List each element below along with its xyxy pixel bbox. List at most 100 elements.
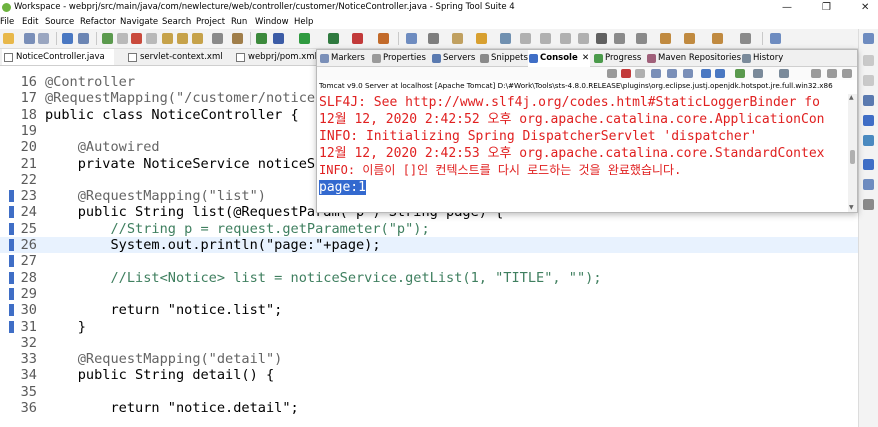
show-on-stderr-icon[interactable] [715, 69, 725, 78]
save-icon[interactable] [24, 33, 35, 44]
menu-edit[interactable]: Edit [22, 15, 38, 29]
restore-view-icon[interactable] [863, 55, 874, 66]
tab-snippets[interactable]: Snippets [479, 50, 528, 67]
tab-notice-controller[interactable]: NoticeController.java [2, 49, 114, 65]
terminate-icon[interactable] [621, 69, 631, 78]
toggle-breadcrumb-icon[interactable] [596, 33, 607, 44]
disconnect-icon[interactable] [146, 33, 157, 44]
toggle-mark-icon[interactable] [500, 33, 511, 44]
stop-server-icon[interactable] [352, 33, 363, 44]
last-edit-location-icon[interactable] [660, 33, 671, 44]
run-icon[interactable] [299, 33, 310, 44]
show-on-stdout-icon[interactable] [701, 69, 711, 78]
open-type-icon[interactable] [62, 33, 73, 44]
tab-console[interactable]: Console ✕ [528, 50, 590, 67]
suspend-icon[interactable] [117, 33, 128, 44]
annotation-icon[interactable] [520, 33, 531, 44]
new-icon[interactable] [3, 33, 14, 44]
console-view: Markers Properties Servers Snippets Cons… [316, 49, 858, 213]
java-perspective-icon[interactable] [863, 33, 874, 44]
new-package-icon[interactable] [428, 33, 439, 44]
line-number: 17 [20, 90, 37, 107]
step-return-icon[interactable] [192, 33, 203, 44]
remove-launch-icon[interactable] [607, 69, 617, 78]
console-view-icon[interactable] [863, 159, 874, 170]
line-number: 25 [20, 220, 37, 237]
block-select-icon[interactable] [560, 33, 571, 44]
save-all-icon[interactable] [38, 33, 49, 44]
forward-icon[interactable] [712, 33, 723, 44]
line-number: 35 [20, 383, 37, 400]
console-vertical-scrollbar[interactable]: ▲ ▼ [848, 94, 857, 212]
step-over-icon[interactable] [177, 33, 188, 44]
clear-console-icon[interactable] [651, 69, 661, 78]
skip-breakpoints-icon[interactable] [232, 33, 243, 44]
word-wrap-icon[interactable] [540, 33, 551, 44]
debug-icon[interactable] [273, 33, 284, 44]
minimize-view-icon[interactable] [827, 69, 837, 78]
menu-window[interactable]: Window [255, 15, 289, 29]
menu-refactor[interactable]: Refactor [80, 15, 116, 29]
console-output[interactable]: SLF4J: See http://www.slf4j.org/codes.ht… [319, 94, 855, 212]
scroll-thumb[interactable] [850, 150, 855, 164]
spring-boot-dashboard-icon[interactable] [256, 33, 267, 44]
coverage-icon[interactable] [378, 33, 389, 44]
tab-progress[interactable]: Progress [593, 50, 641, 67]
back-icon[interactable] [684, 33, 695, 44]
maximize-view-icon[interactable] [863, 75, 874, 86]
open-console-icon[interactable] [779, 69, 789, 78]
word-wrap-icon[interactable] [683, 69, 693, 78]
tab-label: Progress [605, 53, 642, 63]
servers-view-icon[interactable] [863, 179, 874, 190]
new-java-class-icon[interactable] [406, 33, 417, 44]
maximize-view-icon[interactable] [842, 69, 852, 78]
whitespace-icon[interactable] [578, 33, 589, 44]
outline-icon[interactable] [863, 95, 874, 106]
remove-all-icon[interactable] [635, 69, 645, 78]
minimize-button[interactable]: — [782, 0, 792, 15]
task-list-icon[interactable] [863, 115, 874, 126]
menu-project[interactable]: Project [196, 15, 225, 29]
view-menu-icon[interactable] [811, 69, 821, 78]
run-external-tool-icon[interactable] [328, 33, 339, 44]
resume-icon[interactable] [102, 33, 113, 44]
menu-file[interactable]: File [0, 15, 14, 29]
code-line: 27 [0, 253, 858, 269]
terminate-icon[interactable] [131, 33, 142, 44]
code-line: 29 [0, 286, 858, 302]
menu-navigate[interactable]: Navigate [120, 15, 158, 29]
open-perspective-icon[interactable] [770, 33, 781, 44]
scroll-up-arrow-icon[interactable]: ▲ [849, 94, 854, 101]
menu-search[interactable]: Search [162, 15, 191, 29]
menu-help[interactable]: Help [294, 15, 313, 29]
close-window-button[interactable]: ✕ [861, 0, 869, 15]
tab-pom[interactable]: webprj/pom.xml [234, 49, 318, 65]
restore-button[interactable]: ❐ [822, 0, 831, 15]
close-console-tab-icon[interactable]: ✕ [582, 50, 589, 67]
tab-properties[interactable]: Properties [371, 50, 426, 67]
main-toolbar [0, 29, 858, 49]
tab-servlet-context[interactable]: servlet-context.xml [126, 49, 224, 65]
line-number: 22 [20, 171, 37, 188]
tab-markers[interactable]: Markers [319, 50, 365, 67]
tab-history[interactable]: History [741, 50, 783, 67]
step-into-icon[interactable] [162, 33, 173, 44]
tab-servers[interactable]: Servers [431, 50, 475, 67]
scroll-lock-icon[interactable] [667, 69, 677, 78]
next-annotation-icon[interactable] [614, 33, 625, 44]
markers-view-icon[interactable] [863, 199, 874, 210]
drop-to-frame-icon[interactable] [212, 33, 223, 44]
console-toolbar [317, 67, 857, 80]
previous-annotation-icon[interactable] [636, 33, 647, 44]
pin-console-icon[interactable] [735, 69, 745, 78]
scroll-down-arrow-icon[interactable]: ▼ [849, 204, 854, 211]
terminal-icon[interactable] [78, 33, 89, 44]
pin-editor-icon[interactable] [740, 33, 751, 44]
display-console-icon[interactable] [753, 69, 763, 78]
menu-run[interactable]: Run [231, 15, 247, 29]
search-icon[interactable] [476, 33, 487, 44]
menu-source[interactable]: Source [45, 15, 74, 29]
spring-explorer-icon[interactable] [863, 135, 874, 146]
open-project-icon[interactable] [452, 33, 463, 44]
tab-maven-repositories[interactable]: Maven Repositories [646, 50, 741, 67]
